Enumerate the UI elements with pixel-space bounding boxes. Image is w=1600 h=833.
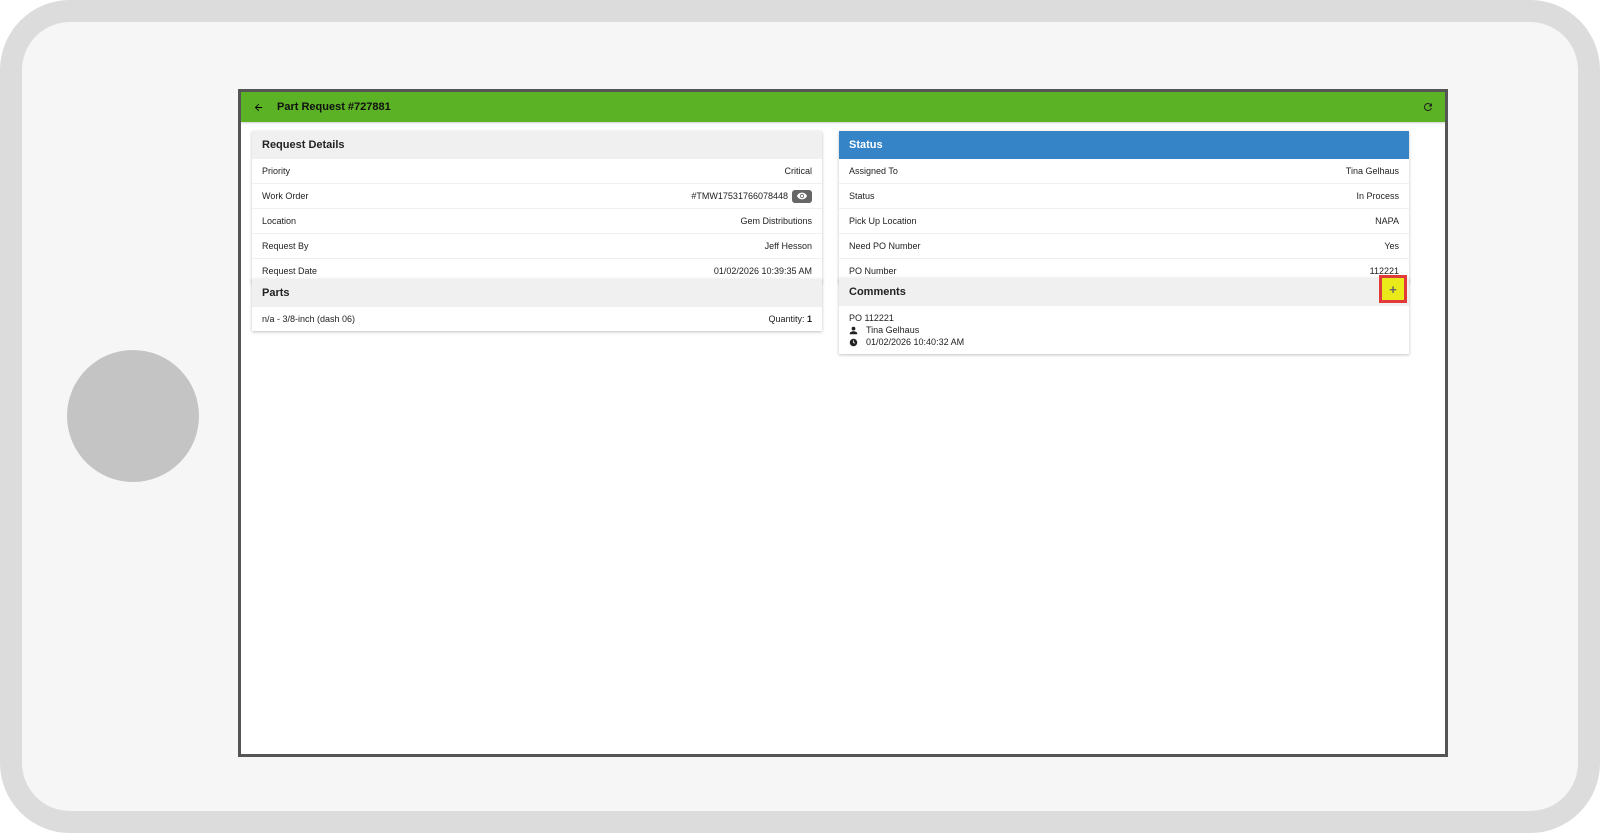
detail-row-location: Location Gem Distributions [252, 209, 822, 234]
part-quantity: Quantity: 1 [768, 314, 812, 324]
status-value: In Process [1356, 191, 1399, 201]
status-value: Yes [1384, 241, 1399, 251]
detail-row-work-order: Work Order #TMW17531766078448 [252, 184, 822, 209]
arrow-left-icon [254, 103, 262, 111]
comment-item: PO 112221 Tina Gelhaus 01/02/2026 10:40:… [839, 306, 1409, 354]
status-card: Status Assigned To Tina Gelhaus Status I… [839, 131, 1409, 283]
detail-label: Request Date [262, 266, 318, 276]
work-order-value-group: #TMW17531766078448 [691, 189, 812, 203]
status-row-assigned-to: Assigned To Tina Gelhaus [839, 159, 1409, 184]
detail-row-priority: Priority Critical [252, 159, 822, 184]
comment-author: Tina Gelhaus [866, 325, 920, 335]
clock-icon [849, 338, 858, 346]
parts-header: Parts [252, 279, 822, 307]
status-row-need-po-number: Need PO Number Yes [839, 234, 1409, 259]
status-header: Status [839, 131, 1409, 159]
status-label: Pick Up Location [849, 216, 917, 226]
view-work-order-button[interactable] [792, 189, 812, 203]
comment-author-row: Tina Gelhaus [849, 324, 1399, 336]
comments-card: Comments + PO 112221 Tina Gelhaus 01/02/… [839, 275, 1409, 354]
detail-label: Priority [262, 166, 291, 176]
parts-card: Parts n/a - 3/8-inch (dash 06) Quantity:… [252, 279, 822, 331]
detail-label: Work Order [262, 191, 309, 201]
detail-value: Gem Distributions [740, 216, 812, 226]
page-title: Part Request #727881 [277, 101, 391, 113]
eye-icon [797, 192, 807, 200]
comment-text: PO 112221 [849, 313, 894, 323]
part-item[interactable]: n/a - 3/8-inch (dash 06) Quantity: 1 [252, 307, 822, 331]
add-comment-button[interactable]: + [1379, 275, 1407, 303]
detail-row-request-by: Request By Jeff Hesson [252, 234, 822, 259]
device-home-button[interactable] [67, 350, 199, 482]
app-screen: Part Request #727881 Request Details Pri… [238, 89, 1448, 757]
quantity-label: Quantity: [768, 314, 805, 324]
status-value: NAPA [1375, 216, 1399, 226]
comments-title: Comments [849, 286, 906, 298]
status-value: Tina Gelhaus [1345, 166, 1399, 176]
comment-timestamp: 01/02/2026 10:40:32 AM [866, 337, 965, 347]
detail-value: Jeff Hesson [764, 241, 812, 251]
comments-header: Comments + [839, 275, 1409, 306]
comment-time-row: 01/02/2026 10:40:32 AM [849, 336, 1399, 348]
status-label: PO Number [849, 266, 897, 276]
status-label: Status [849, 191, 875, 201]
request-details-card: Request Details Priority Critical Work O… [252, 131, 822, 283]
detail-label: Location [262, 216, 297, 226]
status-row-pick-up-location: Pick Up Location NAPA [839, 209, 1409, 234]
user-icon [849, 326, 858, 334]
request-details-header: Request Details [252, 131, 822, 159]
detail-value: Critical [784, 166, 812, 176]
part-name: n/a - 3/8-inch (dash 06) [262, 314, 356, 324]
refresh-icon [1423, 102, 1432, 111]
detail-value: 01/02/2026 10:39:35 AM [713, 266, 812, 276]
status-label: Assigned To [849, 166, 898, 176]
app-bar: Part Request #727881 [241, 92, 1445, 122]
work-order-number: #TMW17531766078448 [691, 191, 788, 201]
detail-label: Request By [262, 241, 309, 251]
quantity-value: 1 [806, 314, 812, 324]
status-label: Need PO Number [849, 241, 921, 251]
refresh-button[interactable] [1411, 92, 1445, 122]
status-row-status: Status In Process [839, 184, 1409, 209]
back-button[interactable] [241, 92, 275, 122]
